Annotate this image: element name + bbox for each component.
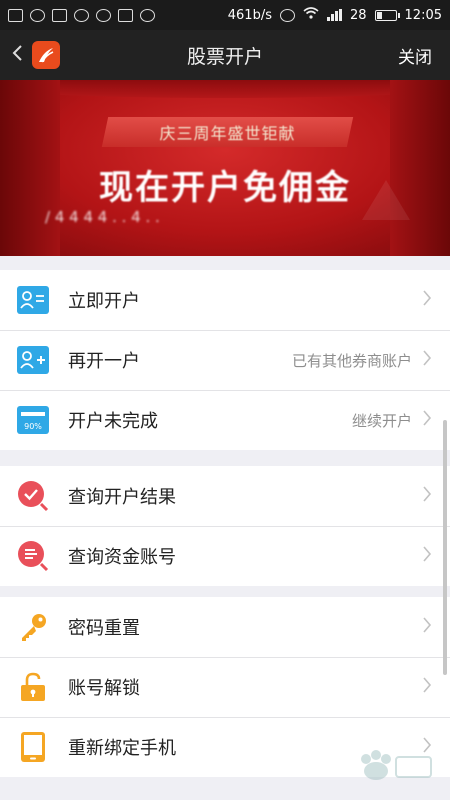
scrollbar[interactable] [443, 420, 447, 675]
menu-item-open-another[interactable]: 再开一户 已有其他券商账户 [0, 330, 450, 390]
progress-card-icon: 90% [17, 404, 49, 436]
baidu-watermark-logo [346, 745, 436, 785]
more-icon [140, 8, 155, 22]
chevron-right-icon [416, 615, 438, 639]
chevron-right-icon [416, 544, 438, 568]
menu-item-hint: 继续开户 [351, 411, 412, 430]
progress-icon-text: 90% [24, 422, 42, 431]
menu-item-label: 查询开户结果 [68, 487, 176, 508]
menu-item-label: 密码重置 [68, 618, 140, 639]
banner-note: / 4 4 4 4 . . 4 . . [45, 208, 160, 226]
menu-item-label: 重新绑定手机 [68, 738, 176, 759]
menu-item-unlock-account[interactable]: 账号解锁 [0, 657, 450, 717]
curtain-decoration [0, 80, 450, 98]
menu-item-label: 再开一户 [68, 351, 140, 372]
chevron-right-icon [416, 484, 438, 508]
network-speed: 461b/s [227, 7, 272, 23]
check-search-icon [17, 480, 49, 512]
account-open-group: 立即开户 再开一户 已有其他券商账户 90% 开户未完成 继续开户 [0, 270, 450, 450]
banner-headline: 现在开户免佣金 [99, 168, 351, 208]
banner-subtitle: 庆三周年盛世钜献 [159, 124, 296, 143]
menu-item-label: 立即开户 [68, 291, 140, 312]
weibo-icon [30, 8, 45, 22]
person-card-icon [17, 284, 49, 316]
arrow-decoration [362, 180, 410, 220]
message-icon [8, 8, 23, 22]
menu-item-hint: 已有其他券商账户 [291, 351, 412, 370]
menu-item-label: 查询资金账号 [68, 547, 176, 568]
play-icon [96, 8, 111, 22]
wifi-icon [303, 7, 319, 23]
list-search-icon [17, 540, 49, 572]
notification-icons [8, 8, 155, 22]
clock: 12:05 [404, 7, 442, 23]
query-group: 查询开户结果 查询资金账号 [0, 466, 450, 586]
nav-bar: 股票开户 关闭 [0, 30, 450, 80]
photo-icon [118, 8, 133, 22]
close-button[interactable]: 关闭 [398, 43, 432, 68]
app-logo [32, 41, 60, 69]
menu-item-incomplete[interactable]: 90% 开户未完成 继续开户 [0, 390, 450, 450]
battery-level: 28 [349, 7, 367, 23]
promo-banner[interactable]: 庆三周年盛世钜献 现在开户免佣金 / 4 4 4 4 . . 4 . . [0, 80, 450, 256]
signal-icon [326, 9, 342, 21]
app-icon [74, 8, 89, 22]
menu-item-open-account[interactable]: 立即开户 [0, 270, 450, 330]
add-person-icon [17, 344, 49, 376]
back-arrow-icon[interactable] [2, 43, 32, 68]
menu-item-password-reset[interactable]: 密码重置 [0, 597, 450, 657]
battery-icon [374, 9, 400, 21]
phone-icon [17, 731, 49, 763]
menu-item-query-result[interactable]: 查询开户结果 [0, 466, 450, 526]
chevron-right-icon [416, 348, 438, 372]
menu-item-label: 账号解锁 [68, 678, 140, 699]
chevron-right-icon [416, 675, 438, 699]
key-icon [17, 611, 49, 643]
alarm-icon [279, 8, 295, 22]
menu-item-label: 开户未完成 [68, 411, 158, 432]
menu-item-query-account[interactable]: 查询资金账号 [0, 526, 450, 586]
image-icon [52, 8, 67, 22]
status-bar: 461b/s 28 12:05 [0, 0, 450, 30]
page-title: 股票开户 [186, 45, 263, 68]
chevron-right-icon [416, 288, 438, 312]
chevron-right-icon [416, 408, 438, 432]
unlock-icon [17, 671, 49, 703]
